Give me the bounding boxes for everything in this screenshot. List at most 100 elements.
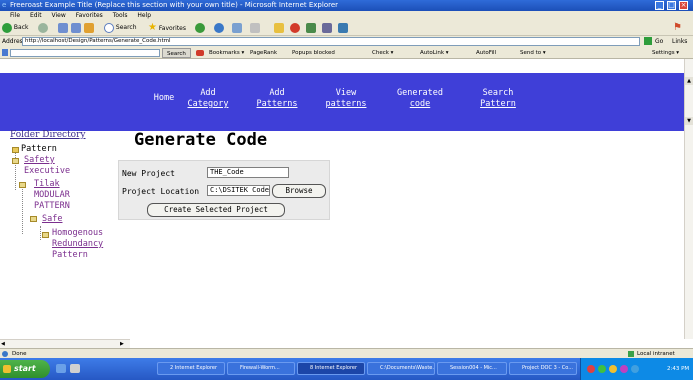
favorites-button[interactable]: ★ Favorites — [148, 22, 186, 34]
messenger-button[interactable] — [306, 22, 316, 34]
nav-search-pattern[interactable]: Search Pattern — [470, 88, 526, 110]
discuss-button[interactable] — [322, 22, 332, 34]
start-button[interactable]: start — [0, 360, 50, 378]
taskbar-item-project-doc[interactable]: Project DOC 3 - Co... — [509, 362, 577, 375]
windows-taskbar: start 2 Internet Explorer Firewall-Worm.… — [0, 358, 693, 380]
tree-node-tilak-modular-pattern[interactable]: Tilak — [34, 179, 60, 190]
menu-view[interactable]: View — [52, 12, 66, 19]
refresh-button[interactable] — [71, 22, 81, 34]
folder-open-icon — [12, 147, 19, 153]
tray-volume-icon[interactable] — [620, 365, 628, 373]
nav-add-category[interactable]: Add Category — [182, 88, 234, 110]
stop-icon — [58, 22, 68, 33]
print-button[interactable] — [250, 22, 260, 34]
intranet-icon — [628, 351, 634, 357]
tree-horizontal-scrollbar[interactable]: ◀ ▶ — [0, 339, 130, 348]
standard-toolbar: Back Search ★ Favorites ⚑ — [0, 20, 693, 36]
taskbar-item-session[interactable]: Session004 - Mic... — [437, 362, 507, 375]
google-settings-button[interactable]: Settings ▾ — [652, 47, 679, 59]
menu-tools[interactable]: Tools — [113, 12, 128, 19]
forward-arrow-icon — [38, 22, 48, 33]
tree-node-tilak-line2[interactable]: MODULAR — [34, 190, 70, 201]
close-button[interactable]: × — [679, 1, 688, 10]
address-input[interactable]: http://localhost/Design/Patterns/Generat… — [22, 37, 640, 46]
home-button[interactable] — [84, 22, 94, 34]
tools-button[interactable] — [338, 22, 348, 34]
create-project-button[interactable]: Create Selected Project — [147, 203, 285, 217]
scroll-down-icon[interactable]: ▼ — [685, 117, 693, 125]
quicklaunch-ie-icon[interactable] — [56, 364, 66, 373]
tray-network-icon[interactable] — [598, 365, 606, 373]
google-item-autolink[interactable]: AutoLink ▾ — [420, 47, 449, 59]
go-button[interactable]: Go — [655, 36, 663, 47]
tree-line — [15, 150, 16, 190]
taskbar-item-ie-active[interactable]: 8 Internet Explorer — [297, 362, 365, 375]
folder-directory-title[interactable]: Folder Directory — [10, 130, 86, 140]
quicklaunch-desktop-icon[interactable] — [70, 364, 80, 373]
history-button[interactable] — [214, 22, 224, 34]
google-item-bookmarks[interactable]: Bookmarks ▾ — [209, 47, 244, 59]
nav-add-patterns[interactable]: Add Patterns — [250, 88, 304, 110]
tree-line — [22, 184, 23, 234]
back-button[interactable]: Back — [2, 22, 29, 34]
nav-generated-code[interactable]: Generated code — [388, 88, 452, 110]
tree-node-pattern[interactable]: Pattern — [21, 144, 57, 155]
folder-icon — [42, 232, 49, 238]
pattern-tree: Pattern Safety Executive Tilak MODULAR P… — [12, 144, 122, 314]
tray-messenger-icon[interactable] — [609, 365, 617, 373]
project-location-label: Project Location — [122, 187, 200, 196]
discuss-icon — [322, 22, 332, 33]
window-title: Freeroast Example Title (Replace this se… — [10, 1, 339, 9]
vertical-scrollbar[interactable]: ▲ ▼ — [684, 59, 693, 339]
maximize-button[interactable]: □ — [667, 1, 676, 10]
google-toolbar: Search Bookmarks ▾ PageRank Popups block… — [0, 47, 693, 59]
google-item-autofill[interactable]: AutoFill — [476, 47, 496, 59]
menu-help[interactable]: Help — [137, 12, 151, 19]
google-item-pagerank[interactable]: PageRank — [250, 47, 277, 59]
taskbar-clock: 2:43 PM — [667, 366, 690, 372]
media-button[interactable] — [195, 22, 205, 34]
google-item-popups[interactable]: Popups blocked — [292, 47, 335, 59]
generate-code-form: New Project THE_Code Project Location C:… — [118, 160, 330, 220]
tree-node-tilak-line3[interactable]: PATTERN — [34, 201, 70, 212]
menu-file[interactable]: File — [10, 12, 20, 19]
tray-update-icon[interactable] — [631, 365, 639, 373]
google-search-input[interactable] — [10, 49, 160, 57]
tray-security-icon[interactable] — [587, 365, 595, 373]
go-arrow-icon[interactable] — [644, 37, 652, 45]
tree-node-homogenous[interactable]: Homogenous — [52, 228, 103, 239]
folder-button[interactable] — [274, 22, 284, 34]
search-button[interactable]: Search — [104, 22, 137, 34]
new-project-input[interactable]: THE_Code — [207, 167, 289, 178]
menu-bar: File Edit View Favorites Tools Help — [0, 11, 693, 20]
tree-node-safety-executive[interactable]: Safety — [24, 155, 55, 166]
google-item-sendto[interactable]: Send to ▾ — [520, 47, 546, 59]
forward-button[interactable] — [38, 22, 48, 34]
scroll-up-icon[interactable]: ▲ — [685, 77, 693, 85]
taskbar-item-documents[interactable]: C:\Documents\Waste... — [367, 362, 435, 375]
taskbar-item-firewall[interactable]: Firewall-Worm... — [227, 362, 295, 375]
tree-node-safe[interactable]: Safe — [42, 214, 62, 225]
minimize-button[interactable]: _ — [655, 1, 664, 10]
research-button[interactable] — [290, 22, 300, 34]
links-button[interactable]: Links — [672, 36, 687, 47]
project-location-input[interactable]: C:\DSITEK Code — [207, 185, 270, 196]
page-title: Generate Code — [134, 130, 268, 150]
nav-home[interactable]: Home — [142, 93, 186, 104]
mail-button[interactable] — [232, 22, 242, 34]
menu-edit[interactable]: Edit — [30, 12, 42, 19]
menu-favorites[interactable]: Favorites — [76, 12, 103, 19]
scroll-right-icon[interactable]: ▶ — [120, 341, 124, 347]
status-bar: Done Local intranet — [0, 348, 693, 358]
scroll-left-icon[interactable]: ◀ — [1, 341, 5, 347]
tree-node-pattern-leaf[interactable]: Pattern — [52, 250, 88, 261]
stop-button[interactable] — [58, 22, 68, 34]
taskbar-item-ie-group[interactable]: 2 Internet Explorer — [157, 362, 225, 375]
google-search-button[interactable]: Search — [162, 48, 191, 58]
folder-icon — [12, 158, 19, 164]
nav-view-patterns[interactable]: View patterns — [318, 88, 374, 110]
tree-node-safety-executive-line2[interactable]: Executive — [24, 166, 70, 177]
browse-button[interactable]: Browse — [272, 184, 326, 198]
tree-node-redundancy[interactable]: Redundancy — [52, 239, 103, 250]
google-item-check[interactable]: Check ▾ — [372, 47, 393, 59]
